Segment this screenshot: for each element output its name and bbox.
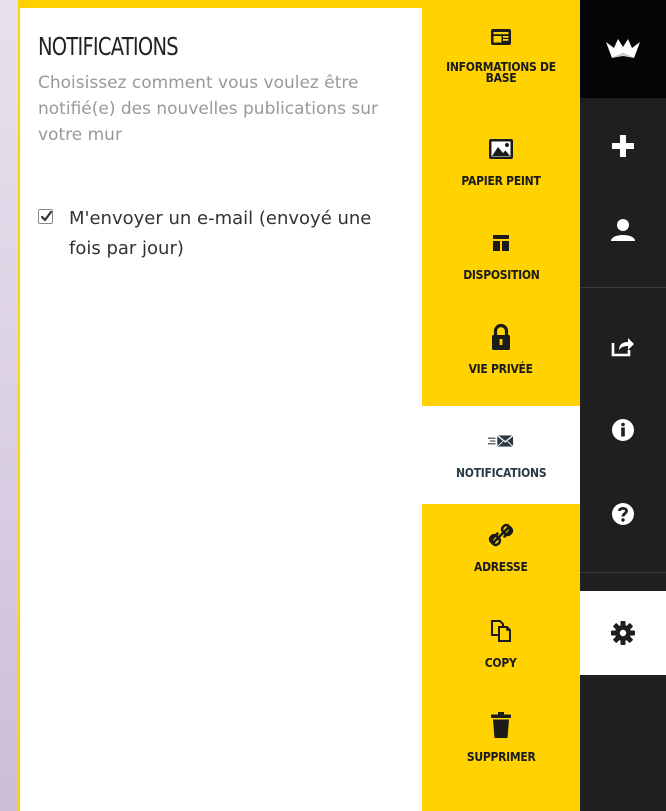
settings-button[interactable] xyxy=(580,591,666,675)
tab-supprimer[interactable]: SUPPRIMER xyxy=(422,712,580,778)
email-notification-option[interactable]: M'envoyer un e-mail (envoyé une fois par… xyxy=(38,204,408,264)
info-card-icon xyxy=(488,24,514,50)
sidebar-divider xyxy=(580,572,666,573)
help-button[interactable] xyxy=(580,486,666,542)
tab-notifications-label: NOTIFICATIONS xyxy=(455,466,547,480)
tab-copy-label: COPY xyxy=(485,656,517,670)
envelope-icon xyxy=(488,428,514,454)
trash-icon xyxy=(488,712,514,738)
tab-adresse-label: ADRESSE xyxy=(474,560,528,574)
panel-title: NOTIFICATIONS xyxy=(38,32,179,61)
checkmark-icon xyxy=(40,210,53,222)
tab-disposition[interactable]: DISPOSITION xyxy=(422,230,580,296)
link-icon xyxy=(488,522,514,548)
tab-informations-de-base-label: INFORMATIONS DE BASE xyxy=(446,60,556,85)
tab-copy[interactable]: COPY xyxy=(422,618,580,682)
user-icon xyxy=(611,219,635,241)
notifications-panel: NOTIFICATIONS Choisissez comment vous vo… xyxy=(18,0,422,811)
lock-icon xyxy=(488,323,514,350)
settings-tabs: INFORMATIONS DE BASE PAPIER PEINT DISPOS… xyxy=(422,0,580,811)
about-button[interactable] xyxy=(580,402,666,458)
layout-icon xyxy=(488,230,514,256)
account-button[interactable] xyxy=(580,202,666,258)
tab-informations-de-base[interactable]: INFORMATIONS DE BASE xyxy=(422,24,580,110)
tab-papier-peint[interactable]: PAPIER PEINT xyxy=(422,136,580,202)
share-button[interactable] xyxy=(580,318,666,374)
email-checkbox-label: M'envoyer un e-mail (envoyé une fois par… xyxy=(69,208,372,259)
sidebar-divider xyxy=(580,287,666,288)
padlet-logo-icon xyxy=(606,39,640,58)
tab-disposition-label: DISPOSITION xyxy=(462,268,540,282)
padlet-logo-button[interactable] xyxy=(580,0,666,98)
tab-vie-privee-label: VIE PRIVÉE xyxy=(468,362,534,376)
info-icon xyxy=(612,419,634,441)
image-icon xyxy=(488,136,514,162)
plus-icon xyxy=(612,135,634,157)
page-background-edge xyxy=(0,0,18,811)
email-checkbox[interactable] xyxy=(38,209,53,224)
app-sidebar xyxy=(580,0,666,811)
copy-icon xyxy=(488,618,514,644)
tab-notifications[interactable]: NOTIFICATIONS xyxy=(422,406,580,504)
tab-adresse[interactable]: ADRESSE xyxy=(422,522,580,588)
share-icon xyxy=(611,338,634,357)
help-icon xyxy=(612,503,634,525)
panel-description: Choisissez comment vous voulez être noti… xyxy=(38,73,379,145)
add-button[interactable] xyxy=(580,118,666,174)
tab-supprimer-label: SUPPRIMER xyxy=(466,750,536,764)
tab-papier-peint-label: PAPIER PEINT xyxy=(461,174,541,188)
gear-icon xyxy=(611,621,635,645)
tab-vie-privee[interactable]: VIE PRIVÉE xyxy=(422,323,580,396)
